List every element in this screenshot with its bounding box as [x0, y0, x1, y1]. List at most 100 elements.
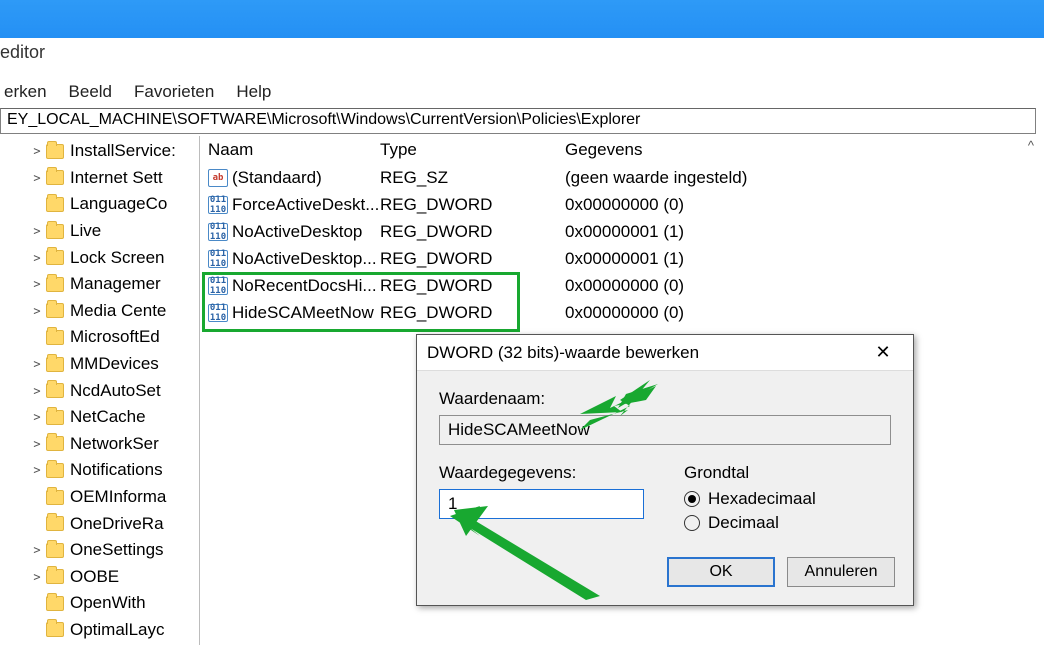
reg-dword-icon: 011110 — [208, 304, 228, 322]
tree-node[interactable]: > Lock Screen — [0, 244, 199, 271]
value-data: 0x00000000 (0) — [565, 303, 1036, 323]
tree-node[interactable]: > OOBE — [0, 564, 199, 591]
tree-node[interactable]: > Internet Sett — [0, 165, 199, 192]
expander-icon[interactable]: > — [30, 384, 44, 398]
expander-icon[interactable]: > — [30, 463, 44, 477]
expander-icon[interactable]: > — [30, 543, 44, 557]
folder-icon — [46, 490, 64, 505]
tree-label: OneDriveRa — [70, 514, 164, 534]
expander-icon[interactable]: > — [30, 570, 44, 584]
tree-node[interactable]: >InstallService: — [0, 138, 199, 165]
tree-label: Internet Sett — [70, 168, 163, 188]
folder-icon — [46, 596, 64, 611]
value-name-label: Waardenaam: — [439, 389, 891, 409]
value-row[interactable]: 011110HideSCAMeetNow REG_DWORD0x00000000 … — [200, 299, 1036, 326]
tree-node[interactable]: >Media Cente — [0, 298, 199, 325]
tree-label: Lock Screen — [70, 248, 165, 268]
registry-tree[interactable]: ^ >InstallService:>Internet SettLanguage… — [0, 136, 200, 645]
tree-node[interactable]: > Live — [0, 218, 199, 245]
value-row[interactable]: 011110NoActiveDesktopREG_DWORD0x00000001… — [200, 218, 1036, 245]
tree-node[interactable]: >NetworkSer — [0, 431, 199, 458]
cancel-button[interactable]: Annuleren — [787, 557, 895, 587]
edit-dword-dialog: DWORD (32 bits)-waarde bewerken ✕ Waarde… — [416, 334, 914, 606]
value-data: 0x00000000 (0) — [565, 276, 1036, 296]
tree-node[interactable]: > NcdAutoSet — [0, 377, 199, 404]
tree-node[interactable]: > OneSettings — [0, 537, 199, 564]
menu-item-fav[interactable]: Favorieten — [130, 80, 218, 104]
tree-label: Managemer — [70, 274, 161, 294]
folder-icon — [46, 197, 64, 212]
menu-item-edit[interactable]: erken — [0, 80, 51, 104]
tree-node[interactable]: OneDriveRa — [0, 510, 199, 537]
expander-icon[interactable]: > — [30, 224, 44, 238]
tree-node[interactable]: OpenWith — [0, 590, 199, 617]
folder-icon — [46, 277, 64, 292]
expander-icon[interactable]: > — [30, 437, 44, 451]
radio-icon — [684, 491, 700, 507]
expander-icon[interactable]: > — [30, 357, 44, 371]
value-row[interactable]: 011110NoRecentDocsHi...REG_DWORD0x000000… — [200, 272, 1036, 299]
base-label: Grondtal — [684, 463, 816, 483]
ok-button[interactable]: OK — [667, 557, 775, 587]
folder-icon — [46, 436, 64, 451]
value-type: REG_SZ — [380, 168, 565, 188]
tree-label: NetCache — [70, 407, 146, 427]
value-data: 0x00000001 (1) — [565, 249, 1036, 269]
value-data-input[interactable] — [439, 489, 644, 519]
address-bar[interactable]: EY_LOCAL_MACHINE\SOFTWARE\Microsoft\Wind… — [0, 108, 1036, 134]
tree-node[interactable]: OptimalLayc — [0, 617, 199, 644]
value-name: NoActiveDesktop — [232, 222, 362, 242]
tree-label: Live — [70, 221, 101, 241]
tree-node[interactable]: > NetCache — [0, 404, 199, 431]
value-row[interactable]: 011110ForceActiveDeskt...REG_DWORD0x0000… — [200, 191, 1036, 218]
value-name: HideSCAMeetNow — [232, 303, 374, 323]
value-row[interactable]: 011110NoActiveDesktop...REG_DWORD0x00000… — [200, 245, 1036, 272]
menu-bar: erken Beeld Favorieten Help — [0, 78, 275, 106]
tree-node[interactable]: >Notifications — [0, 457, 199, 484]
dialog-title: DWORD (32 bits)-waarde bewerken — [427, 343, 699, 363]
value-type: REG_DWORD — [380, 195, 565, 215]
folder-icon — [46, 543, 64, 558]
value-name: ForceActiveDeskt... — [232, 195, 379, 215]
tree-node[interactable]: MicrosoftEd — [0, 324, 199, 351]
folder-icon — [46, 410, 64, 425]
radio-dec[interactable]: Decimaal — [684, 513, 816, 533]
expander-icon[interactable]: > — [30, 171, 44, 185]
close-icon[interactable]: ✕ — [863, 342, 903, 363]
expander-icon[interactable]: > — [30, 410, 44, 424]
tree-label: OOBE — [70, 567, 119, 587]
tree-label: NcdAutoSet — [70, 381, 161, 401]
value-type: REG_DWORD — [380, 303, 565, 323]
folder-icon — [46, 569, 64, 584]
expander-icon[interactable]: > — [30, 304, 44, 318]
menu-item-view[interactable]: Beeld — [65, 80, 116, 104]
value-row[interactable]: ab(Standaard)REG_SZ(geen waarde ingestel… — [200, 164, 1036, 191]
value-name: NoRecentDocsHi... — [232, 276, 377, 296]
column-headers[interactable]: Naam Type Gegevens — [200, 136, 1036, 164]
tree-node[interactable]: >MMDevices — [0, 351, 199, 378]
window-titlebar — [0, 0, 1044, 38]
folder-icon — [46, 622, 64, 637]
tree-node[interactable]: > Managemer — [0, 271, 199, 298]
tree-label: OpenWith — [70, 593, 146, 613]
tree-node[interactable]: OEMInforma — [0, 484, 199, 511]
expander-icon[interactable]: > — [30, 251, 44, 265]
radio-icon — [684, 515, 700, 531]
tree-label: OptimalLayc — [70, 620, 164, 640]
tree-node[interactable]: LanguageCo — [0, 191, 199, 218]
radio-hex[interactable]: Hexadecimaal — [684, 489, 816, 509]
menu-item-help[interactable]: Help — [232, 80, 275, 104]
value-type: REG_DWORD — [380, 249, 565, 269]
col-data[interactable]: Gegevens — [565, 140, 1036, 160]
expander-icon[interactable]: > — [30, 144, 44, 158]
folder-icon — [46, 357, 64, 372]
tree-label: LanguageCo — [70, 194, 167, 214]
value-data: 0x00000000 (0) — [565, 195, 1036, 215]
reg-dword-icon: 011110 — [208, 250, 228, 268]
app-title: editor — [0, 42, 45, 63]
col-name[interactable]: Naam — [200, 140, 380, 160]
value-name-field: HideSCAMeetNow — [439, 415, 891, 445]
tree-label: OneSettings — [70, 540, 164, 560]
expander-icon[interactable]: > — [30, 277, 44, 291]
col-type[interactable]: Type — [380, 140, 565, 160]
